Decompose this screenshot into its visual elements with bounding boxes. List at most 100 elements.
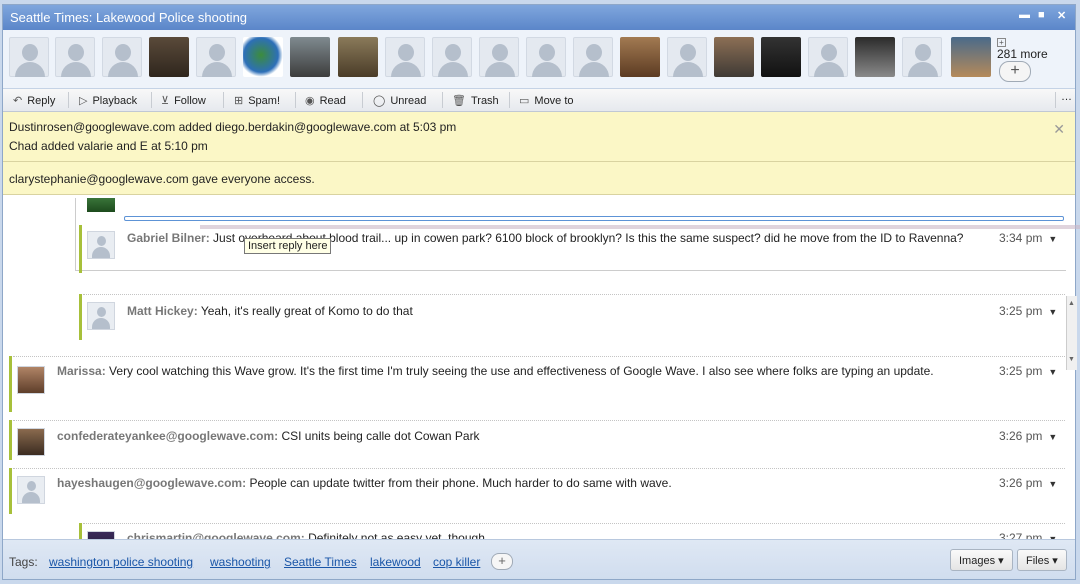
- participant-avatar[interactable]: [338, 37, 378, 77]
- participant-avatar[interactable]: [55, 37, 95, 77]
- playback-button[interactable]: ▷ Playback: [79, 94, 137, 107]
- participant-avatar[interactable]: [9, 37, 49, 77]
- blip-time[interactable]: 3:26 pm ▼: [999, 429, 1057, 443]
- blip-menu-icon[interactable]: ▼: [1048, 479, 1057, 489]
- blip-separator: [13, 468, 1065, 469]
- blip-list: Gabriel Bilner: Just overheard about blo…: [3, 198, 1075, 539]
- participant-avatar[interactable]: [808, 37, 848, 77]
- blip-body: CSI units being calle dot Cowan Park: [281, 429, 480, 443]
- blip-indicator: [79, 225, 82, 273]
- blip-separator: [83, 294, 1065, 295]
- blip[interactable]: confederateyankee@googlewave.com: CSI un…: [9, 420, 1065, 460]
- blip-menu-icon[interactable]: ▼: [1048, 432, 1057, 442]
- close-icon[interactable]: ✕: [1057, 9, 1066, 22]
- blip-indicator: [79, 294, 82, 340]
- participant-avatar: [87, 198, 115, 212]
- participant-avatar[interactable]: [479, 37, 519, 77]
- participant-avatar[interactable]: [385, 37, 425, 77]
- participant-avatar[interactable]: [620, 37, 660, 77]
- toolbar-divider: [362, 92, 363, 108]
- participant-avatar[interactable]: [667, 37, 707, 77]
- participant-avatar[interactable]: [102, 37, 142, 77]
- blip-time[interactable]: 3:25 pm ▼: [999, 364, 1057, 378]
- tag-link[interactable]: washington police shooting: [49, 555, 193, 569]
- maximize-icon[interactable]: ■: [1038, 9, 1045, 21]
- participant-notice: Dustinrosen@googlewave.com added diego.b…: [3, 112, 1075, 162]
- trash-icon: 🗑: [452, 95, 466, 107]
- participant-avatar[interactable]: [196, 37, 236, 77]
- participant-avatar[interactable]: [714, 37, 754, 77]
- files-dropdown[interactable]: Files ▾: [1017, 549, 1067, 571]
- toolbar-divider: [151, 92, 152, 108]
- reply-insertion-line[interactable]: [124, 216, 1064, 221]
- more-participants-label[interactable]: 281 more: [997, 47, 1048, 61]
- blip-indicator: [9, 420, 12, 460]
- participant-avatar[interactable]: [432, 37, 472, 77]
- trash-button[interactable]: 🗑 Trash: [452, 94, 499, 107]
- participant-avatar[interactable]: [951, 37, 991, 77]
- blip-time[interactable]: 3:26 pm ▼: [999, 476, 1057, 490]
- blip-time[interactable]: 3:34 pm ▼: [999, 231, 1057, 245]
- notice-line: Chad added valarie and E at 5:10 pm: [9, 139, 208, 153]
- tag-link[interactable]: lakewood: [370, 555, 421, 569]
- add-participant-button[interactable]: +: [999, 61, 1031, 82]
- tag-link[interactable]: Seattle Times: [284, 555, 357, 569]
- expand-participants-icon[interactable]: +: [997, 38, 1006, 47]
- unread-button[interactable]: ◯ Unread: [373, 94, 426, 107]
- blip[interactable]: Gabriel Bilner: Just overheard about blo…: [79, 225, 1065, 273]
- spam-icon: ⊞: [234, 95, 244, 107]
- blip-menu-icon[interactable]: ▼: [1048, 367, 1057, 377]
- blip[interactable]: hayeshaugen@googlewave.com: People can u…: [9, 468, 1065, 514]
- blip-menu-icon[interactable]: ▼: [1048, 234, 1057, 244]
- blip-author: chrismartin@googlewave.com:: [127, 531, 305, 539]
- participant-avatar[interactable]: [243, 37, 283, 77]
- participant-avatar[interactable]: [290, 37, 330, 77]
- blip-menu-icon[interactable]: ▼: [1048, 307, 1057, 317]
- scroll-up-icon[interactable]: ▲: [1068, 300, 1075, 307]
- participant-avatar[interactable]: [902, 37, 942, 77]
- participant-avatar[interactable]: [573, 37, 613, 77]
- reply-button[interactable]: ↶ Reply: [13, 94, 55, 107]
- minimize-icon[interactable]: ▬: [1019, 9, 1030, 21]
- chevron-down-icon: ▾: [998, 555, 1004, 567]
- blip-author: Gabriel Bilner:: [127, 231, 210, 245]
- playback-icon: ▷: [79, 95, 88, 107]
- participant-avatar[interactable]: [855, 37, 895, 77]
- blip-separator: [83, 523, 1065, 524]
- blip-separator: [13, 420, 1065, 421]
- blip[interactable]: chrismartin@googlewave.com: Definitely n…: [79, 523, 1065, 539]
- blip-body: Yeah, it's really great of Komo to do th…: [200, 304, 413, 318]
- notice-line: clarystephanie@googlewave.com gave every…: [9, 172, 315, 186]
- blip-time[interactable]: 3:25 pm ▼: [999, 304, 1057, 318]
- scrollbar[interactable]: ▲ ▼: [1066, 296, 1077, 370]
- participant-avatar[interactable]: [761, 37, 801, 77]
- blip[interactable]: Marissa: Very cool watching this Wave gr…: [9, 356, 1065, 412]
- read-button[interactable]: ◉ Read: [305, 94, 346, 107]
- wave-title: Seattle Times: Lakewood Police shooting: [10, 10, 248, 25]
- author-avatar: [17, 428, 45, 456]
- blip-time[interactable]: 3:27 pm ▼: [999, 531, 1057, 539]
- blip-text: Matt Hickey: Yeah, it's really great of …: [127, 302, 987, 320]
- access-notice: clarystephanie@googlewave.com gave every…: [3, 162, 1075, 195]
- toolbar-divider: [223, 92, 224, 108]
- images-dropdown[interactable]: Images ▾: [950, 549, 1013, 571]
- read-icon: ◉: [305, 95, 315, 107]
- tag-link[interactable]: cop killer: [433, 555, 480, 569]
- author-avatar: [17, 366, 45, 394]
- participant-avatar[interactable]: [149, 37, 189, 77]
- move-to-button[interactable]: ▭ Move to: [519, 94, 574, 107]
- blip-text: hayeshaugen@googlewave.com: People can u…: [57, 474, 977, 492]
- blip-body: Definitely not as easy yet, though: [308, 531, 485, 539]
- scroll-down-icon[interactable]: ▼: [1068, 356, 1075, 363]
- dismiss-notice-icon[interactable]: ✕: [1053, 121, 1065, 138]
- participant-avatar[interactable]: [526, 37, 566, 77]
- toolbar-overflow-button[interactable]: …: [1061, 91, 1072, 103]
- tags-bar: Tags: washington police shooting washoot…: [3, 539, 1075, 579]
- follow-button[interactable]: ⊻ Follow: [161, 94, 206, 107]
- blip-author: Matt Hickey:: [127, 304, 198, 318]
- tag-link[interactable]: washooting: [210, 555, 271, 569]
- blip-indicator: [9, 356, 12, 412]
- add-tag-button[interactable]: +: [491, 553, 513, 570]
- blip[interactable]: Matt Hickey: Yeah, it's really great of …: [79, 294, 1065, 340]
- spam-button[interactable]: ⊞ Spam!: [234, 94, 280, 107]
